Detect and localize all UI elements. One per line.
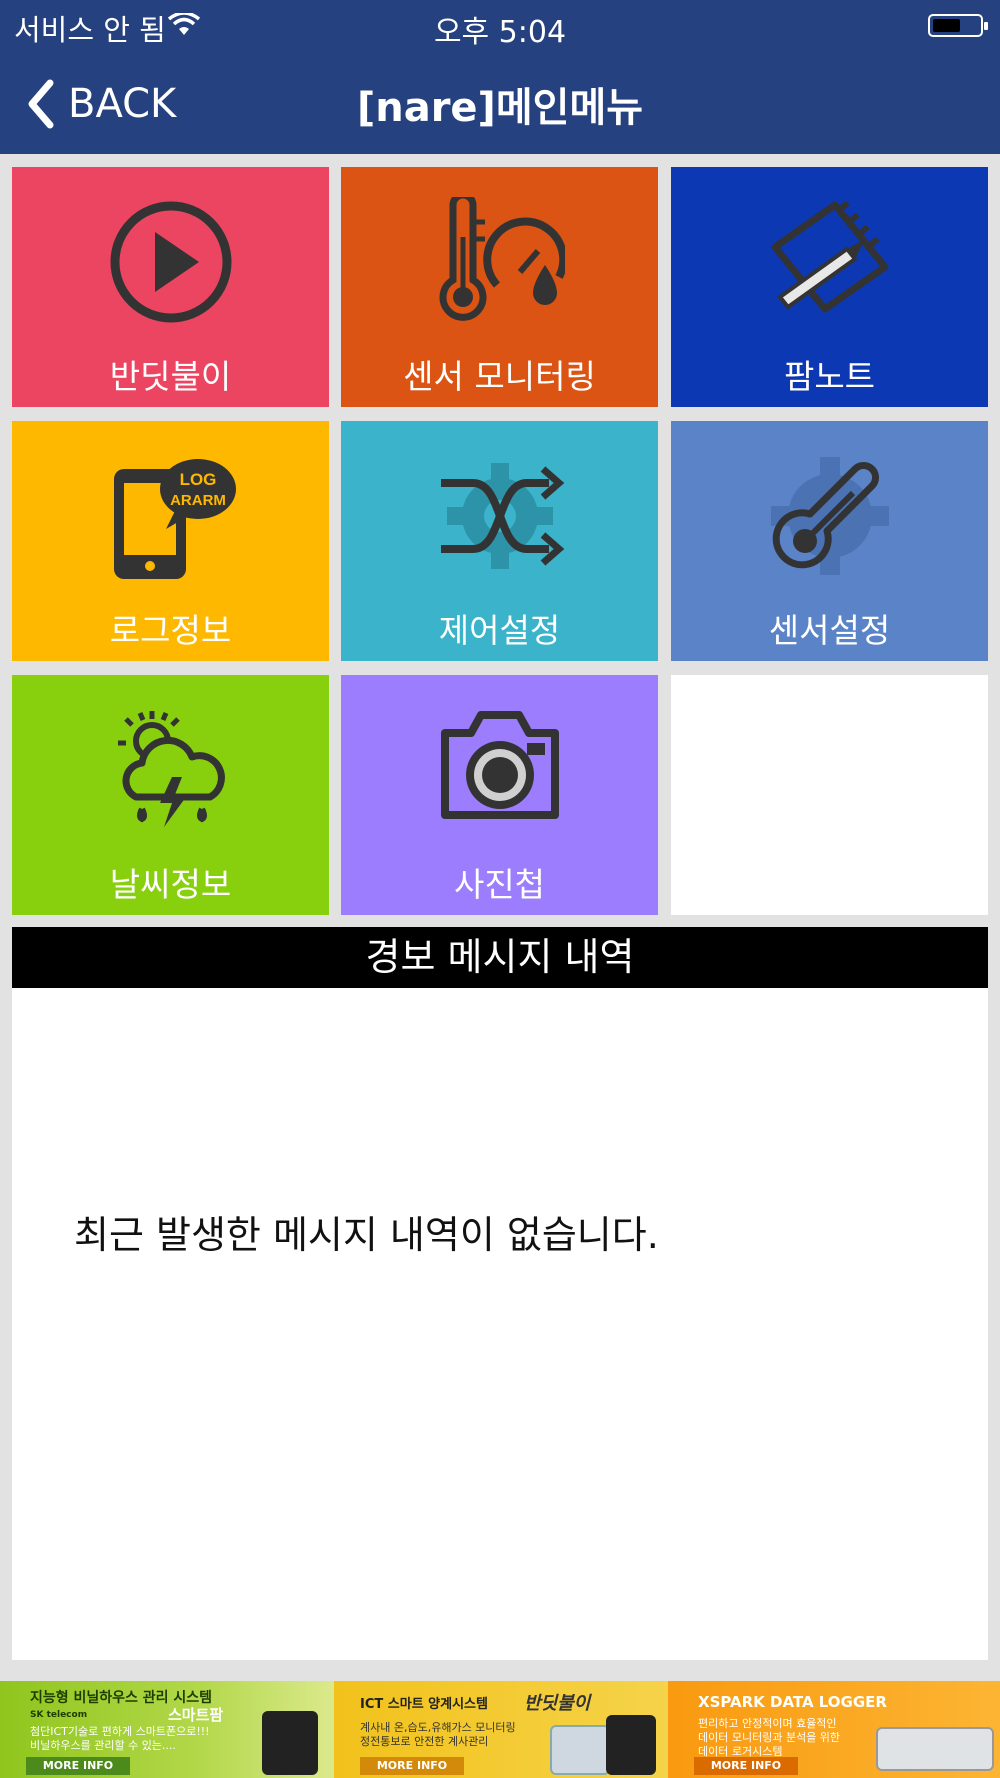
phone-image <box>262 1711 318 1775</box>
ad-line: 정전통보로 안전한 계사관리 <box>360 1735 489 1748</box>
menu-tile-sensor-monitoring[interactable]: 센서 모니터링 <box>341 167 658 407</box>
menu-tile-label: 센서설정 <box>768 611 891 650</box>
ad-title: ICT 스마트 양계시스템 <box>360 1697 488 1712</box>
ad-line: 계사내 온,습도,유해가스 모니터링 <box>360 1721 516 1734</box>
menu-tile-weather-info[interactable]: 날씨정보 <box>12 675 329 915</box>
ad-line: 첨단ICT기술로 편하게 스마트폰으로!!! <box>30 1725 210 1738</box>
ad-banner-bandit[interactable]: ICT 스마트 양계시스템 반딧불이 계사내 온,습도,유해가스 모니터링 정전… <box>334 1681 668 1778</box>
logger-device-image <box>876 1727 994 1771</box>
menu-tile-label: 날씨정보 <box>109 865 232 904</box>
menu-tile-photo-album[interactable]: 사진첩 <box>341 675 658 915</box>
device-image <box>550 1725 610 1775</box>
thermometer-gear-icon <box>770 457 889 575</box>
menu-tile-label: 센서 모니터링 <box>403 357 596 396</box>
app-header: 서비스 안 됨 오후 5:04 BACK [nare]메인메뉴 <box>0 0 1000 154</box>
menu-tile-label: 제어설정 <box>438 611 561 650</box>
menu-tile-control-settings[interactable]: 제어설정 <box>341 421 658 661</box>
menu-tile-label: 반딧불이 <box>109 357 232 396</box>
ad-title: XSPARK DATA LOGGER <box>698 1693 887 1711</box>
more-info-button[interactable]: MORE INFO <box>26 1757 130 1775</box>
play-icon <box>110 201 231 323</box>
alarm-empty-message: 최근 발생한 메시지 내역이 없습니다. <box>74 1213 659 1257</box>
ad-line: 데이터 모니터링과 분석을 위한 <box>698 1731 841 1744</box>
camera-icon <box>440 711 559 819</box>
alarm-history-header: 경보 메시지 내역 <box>12 927 988 988</box>
menu-tile-farm-note[interactable]: 팜노트 <box>671 167 988 407</box>
icon-text: ARARM <box>170 492 226 509</box>
menu-tile-log-info[interactable]: LOG ARARM 로그정보 <box>12 421 329 661</box>
more-info-button[interactable]: MORE INFO <box>360 1757 464 1775</box>
battery-icon <box>928 14 988 37</box>
menu-tile-label: 사진첩 <box>453 865 546 904</box>
notebook-pencil-icon <box>771 200 888 313</box>
menu-tile-label: 로그정보 <box>109 611 232 650</box>
menu-tile-sensor-settings[interactable]: 센서설정 <box>671 421 988 661</box>
status-time: 오후 5:04 <box>433 15 567 50</box>
alarm-history-panel <box>12 988 988 1660</box>
ad-line: 비닐하우스를 관리할 수 있는.... <box>30 1739 176 1752</box>
ad-brand: SK telecom <box>30 1710 88 1720</box>
more-info-button[interactable]: MORE INFO <box>694 1757 798 1775</box>
phone-log-icon: LOG ARARM <box>113 459 236 579</box>
phone-image <box>606 1715 656 1775</box>
ad-line: 편리하고 안정적이며 효율적인 <box>698 1717 837 1730</box>
ad-product: 스마트팜 <box>168 1706 224 1724</box>
icon-text: LOG <box>179 470 216 489</box>
menu-tile-empty <box>671 675 988 915</box>
ad-banner-smartfarm[interactable]: 지능형 비닐하우스 관리 시스템 SK telecom 스마트팜 첨단ICT기술… <box>0 1681 334 1778</box>
page-title: [nare]메인메뉴 <box>356 85 644 131</box>
menu-tile-label: 팜노트 <box>783 357 876 396</box>
status-bar: 서비스 안 됨 오후 5:04 <box>0 0 1000 50</box>
thermometer-gauge-icon <box>439 197 565 321</box>
weather-storm-icon <box>117 711 225 827</box>
ad-product: 반딧불이 <box>524 1693 591 1714</box>
ad-banner-xspark[interactable]: XSPARK DATA LOGGER 편리하고 안정적이며 효율적인 데이터 모… <box>668 1681 1000 1778</box>
menu-tile-bandit[interactable]: 반딧불이 <box>12 167 329 407</box>
shuffle-gear-icon <box>440 463 564 569</box>
